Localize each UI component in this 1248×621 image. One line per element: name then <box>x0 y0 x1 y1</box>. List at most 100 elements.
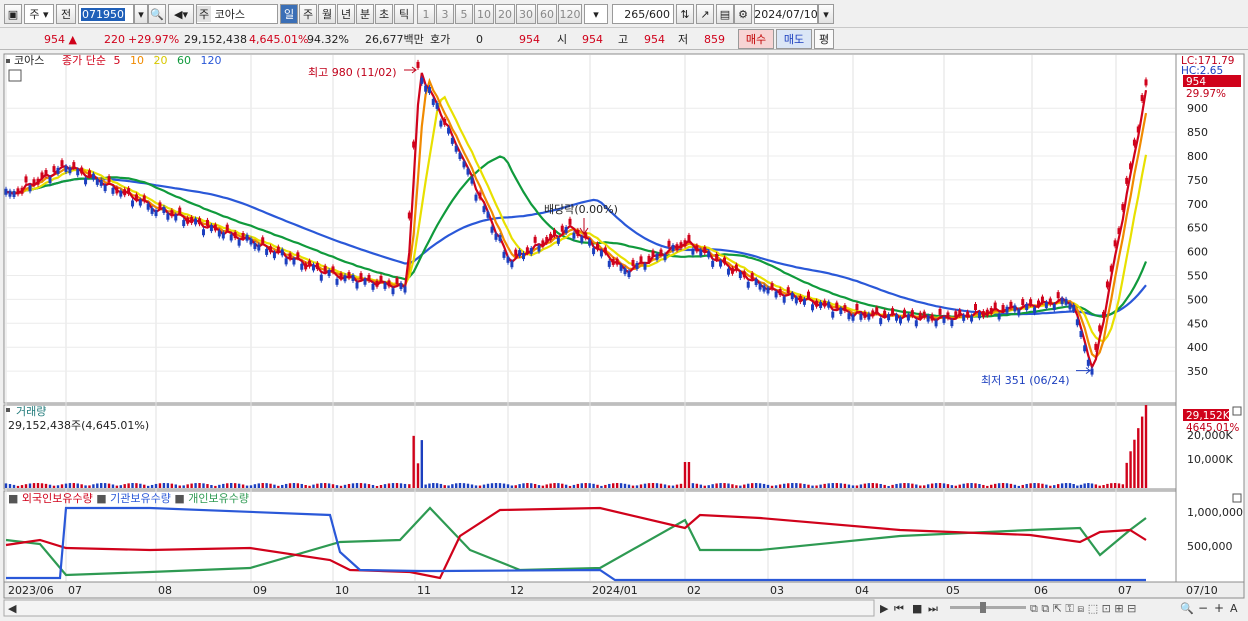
candle-body <box>902 309 906 316</box>
code-input[interactable]: 071950 <box>78 4 134 24</box>
zoom-in-icon[interactable]: + <box>1214 601 1224 615</box>
candle-body <box>91 173 95 180</box>
candle-body <box>205 219 209 226</box>
volume-bar <box>182 485 185 488</box>
period-month[interactable]: 월 <box>318 4 336 24</box>
candle-body <box>87 170 91 177</box>
holdings-panel-close-icon[interactable] <box>1232 493 1242 503</box>
period-year[interactable]: 년 <box>337 4 355 24</box>
market-select[interactable]: 주 ▾ <box>24 4 54 24</box>
interval-120[interactable]: 120 <box>558 4 582 24</box>
zoom-search-icon[interactable]: 🔍 <box>1180 601 1194 615</box>
buy-button[interactable]: 매수 <box>738 29 774 49</box>
zoom-out-icon[interactable]: − <box>1198 601 1208 615</box>
scroll-left-icon[interactable]: ◀ <box>8 602 17 615</box>
calendar-icon[interactable]: ▾ <box>818 4 834 24</box>
chart-options-icons[interactable]: ⧉ ⧉ ⇱ ⚿ ⧈ ⬚ ⊡ ⊞ ⊟ <box>1030 602 1136 615</box>
interval-5[interactable]: 5 <box>455 4 473 24</box>
candle-body <box>60 160 64 167</box>
volume-bar <box>28 483 32 488</box>
draw-tool-icon[interactable]: ↗ <box>696 4 714 24</box>
low-annotation: 최저 351 (06/24) <box>981 374 1070 387</box>
volume-bar <box>687 462 691 488</box>
sell-button[interactable]: 매도 <box>776 29 812 49</box>
volume-bar <box>1090 483 1094 488</box>
volume-bar <box>518 484 521 488</box>
candle-body <box>443 118 447 125</box>
legend-bullet-inst-icon: ■ <box>96 492 110 505</box>
candle-body <box>1129 163 1133 170</box>
volume-bar <box>831 483 834 488</box>
save-icon[interactable]: ▤ <box>716 4 734 24</box>
period-day[interactable]: 일 <box>280 4 298 24</box>
candle-body <box>95 178 99 185</box>
candle-body <box>556 237 560 244</box>
interval-1[interactable]: 1 <box>417 4 435 24</box>
period-tick[interactable]: 틱 <box>394 4 414 24</box>
interval-dropdown-icon[interactable]: ▾ <box>584 4 608 24</box>
gear-icon[interactable]: ⚙ <box>734 4 752 24</box>
window-icon[interactable]: ▣ <box>4 4 22 24</box>
candle-body <box>474 194 478 201</box>
volume-bar <box>923 485 926 488</box>
table-view-icon[interactable] <box>8 69 22 82</box>
volume-bar <box>428 483 431 488</box>
code-dropdown-icon[interactable]: ▾ <box>134 4 148 24</box>
forward-icon[interactable]: ⏭ <box>928 602 938 615</box>
candle-body <box>178 207 182 214</box>
volume-panel-close-icon[interactable] <box>1232 406 1242 416</box>
date-input[interactable]: 2024/07/10 <box>754 4 818 24</box>
candle-body <box>815 300 819 307</box>
stock-name-field[interactable]: 주 코아스 <box>196 4 278 24</box>
scrollbar[interactable] <box>3 599 875 617</box>
volume-bar <box>950 485 954 488</box>
candle-body <box>439 120 443 127</box>
scroll-right-icon[interactable]: ▶ <box>880 602 889 615</box>
volume-bar <box>691 483 695 488</box>
interval-60[interactable]: 60 <box>537 4 557 24</box>
volume-bar <box>639 484 643 488</box>
period-second[interactable]: 초 <box>375 4 393 24</box>
volume-bar <box>462 483 466 488</box>
volume-bar <box>675 484 679 488</box>
zoom-slider-thumb[interactable] <box>980 602 986 613</box>
candle-body <box>537 245 541 252</box>
avg-button[interactable]: 평 <box>814 29 834 49</box>
zoom-slider[interactable] <box>950 606 1026 609</box>
stop-icon[interactable]: ■ <box>912 602 922 615</box>
volume-bar <box>719 483 722 488</box>
interval-10[interactable]: 10 <box>474 4 494 24</box>
volume-bar <box>623 483 627 488</box>
volume-bar <box>1140 416 1144 488</box>
volume-bar <box>470 484 474 488</box>
interval-30[interactable]: 30 <box>516 4 536 24</box>
volume-bar <box>711 484 714 488</box>
interval-3[interactable]: 3 <box>436 4 454 24</box>
stock-chart[interactable]: 350 400 450 500 550 600 650 700 750 800 850 900 10,0… <box>0 50 1248 621</box>
volume-bar <box>735 485 738 488</box>
speaker-icon[interactable]: ◀▾ <box>168 4 194 24</box>
candle-body <box>16 188 20 195</box>
volume-bar <box>1021 484 1024 488</box>
volume-bar <box>323 483 327 488</box>
chart-tool-icon[interactable]: ⇅ <box>676 4 694 24</box>
candle-body <box>146 203 150 210</box>
count-field[interactable]: 265/600 <box>612 4 674 24</box>
rewind-icon[interactable]: ⏮ <box>894 602 904 615</box>
volume-bar <box>819 484 822 488</box>
volume-bar <box>166 483 170 488</box>
y-tick-label: 550 <box>1187 270 1208 283</box>
volume-badge-pct: 4645.01% <box>1186 422 1239 434</box>
search-icon[interactable]: 🔍 <box>148 4 166 24</box>
period-week[interactable]: 주 <box>299 4 317 24</box>
interval-20[interactable]: 20 <box>495 4 515 24</box>
candle-body <box>851 314 855 321</box>
volume-bar <box>791 483 794 488</box>
volume-bar <box>855 485 859 488</box>
prev-button[interactable]: 전 <box>56 4 76 24</box>
candle-body <box>288 253 292 260</box>
x-tick-label: 07 <box>1118 584 1132 597</box>
period-minute[interactable]: 분 <box>356 4 374 24</box>
font-size-icon[interactable]: A <box>1230 602 1238 615</box>
y-tick-label: 750 <box>1187 174 1208 187</box>
